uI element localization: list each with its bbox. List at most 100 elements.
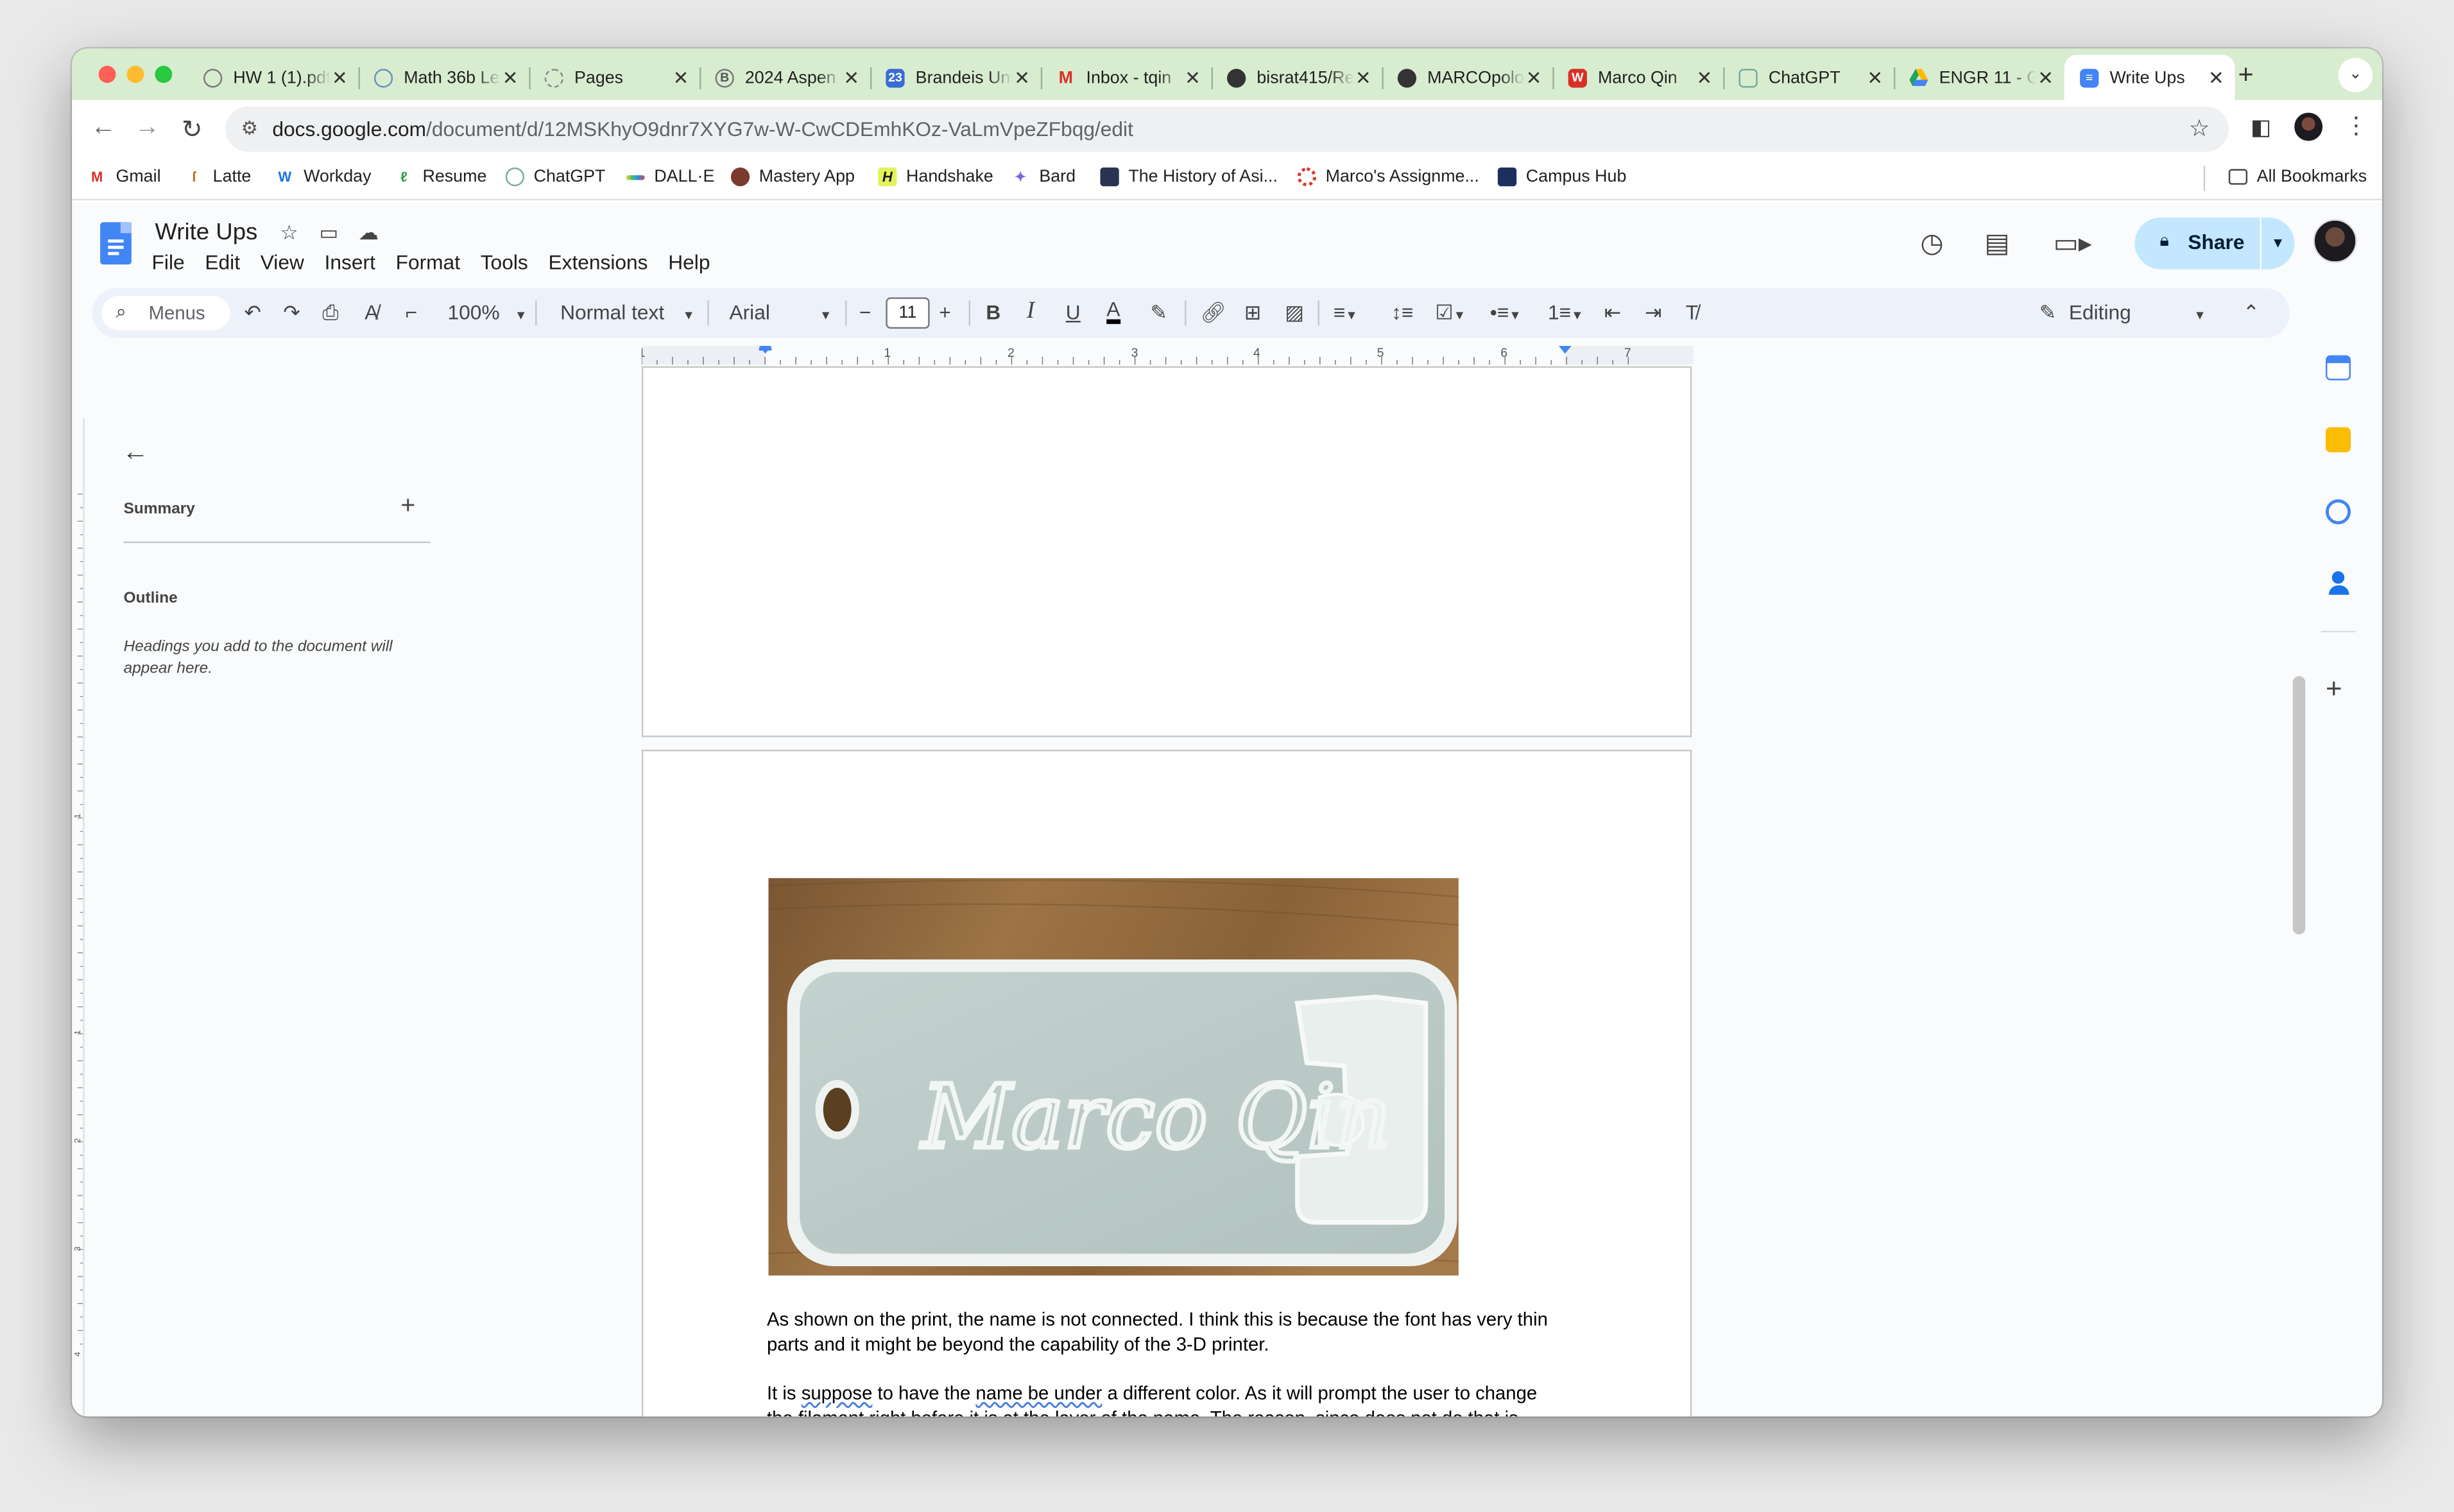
bookmark-gmail[interactable]: M Gmail [88, 168, 160, 186]
close-outline-icon[interactable]: ← [122, 436, 148, 468]
bookmark-bard[interactable]: ✦ Bard [1011, 168, 1076, 186]
close-tab-icon[interactable]: ✕ [1013, 67, 1031, 89]
editing-mode-select[interactable]: ✎ Editing ▼ [2039, 300, 2206, 325]
close-tab-icon[interactable]: ✕ [842, 67, 861, 89]
menu-format[interactable]: Format [396, 250, 460, 274]
reload-icon[interactable]: ↻ [182, 114, 203, 146]
tab-marco-qin[interactable]: W Marco Qin ✕ [1552, 55, 1723, 100]
add-summary-icon[interactable]: + [400, 493, 415, 521]
address-bar[interactable]: ⚙ docs.google.com/document/d/12MSKhyO9dn… [225, 106, 2229, 152]
checklist-icon[interactable]: ☑▼ [1435, 300, 1466, 325]
menu-help[interactable]: Help [668, 250, 710, 274]
add-addon-icon[interactable]: + [2326, 673, 2342, 706]
font-size-input[interactable]: 11 [886, 297, 930, 329]
collapse-menus-icon[interactable]: ⌃ [2243, 300, 2260, 325]
decrease-indent-icon[interactable]: ⇤ [1604, 300, 1622, 325]
print-icon[interactable]: ⎙ [322, 300, 338, 325]
close-tab-icon[interactable]: ✕ [2207, 67, 2226, 89]
bookmark-campus-hub[interactable]: Campus Hub [1497, 167, 1626, 187]
text-color-icon[interactable]: A [1106, 299, 1120, 324]
close-tab-icon[interactable]: ✕ [671, 67, 690, 89]
line-spacing-icon[interactable]: ↕≡ [1391, 300, 1413, 324]
meet-video-icon[interactable]: ▭▸ [2054, 228, 2092, 260]
tab-hw1[interactable]: HW 1 (1).pdf ✕ [188, 55, 359, 100]
move-folder-icon[interactable]: ▭ [320, 221, 339, 246]
undo-icon[interactable]: ↶ [244, 300, 261, 325]
close-tab-icon[interactable]: ✕ [330, 67, 349, 89]
calendar-icon[interactable] [2326, 355, 2351, 381]
bookmark-star-icon[interactable]: ☆ [2189, 114, 2210, 142]
minimize-window-button[interactable] [126, 65, 144, 83]
close-tab-icon[interactable]: ✕ [1524, 67, 1543, 89]
bookmark-latte[interactable]: ſ Latte [185, 168, 251, 186]
bookmark-workday[interactable]: W Workday [275, 168, 371, 186]
share-button[interactable]: 🔒︎ Share ▼ [2134, 217, 2295, 270]
menu-edit[interactable]: Edit [205, 250, 240, 274]
menus-search[interactable]: ⌕ Menus [101, 295, 230, 331]
insert-image-icon[interactable]: ▨ [1285, 300, 1304, 325]
bookmark-dalle[interactable]: DALL·E [626, 168, 714, 186]
align-icon[interactable]: ≡▼ [1334, 300, 1358, 324]
increase-font-size-icon[interactable]: + [939, 300, 951, 324]
tab-pages[interactable]: Pages ✕ [529, 55, 699, 100]
tasks-icon[interactable] [2326, 499, 2351, 524]
star-icon[interactable]: ☆ [280, 221, 298, 246]
italic-icon[interactable]: I [1027, 299, 1034, 325]
tab-github-2[interactable]: MARCOpolo ✕ [1382, 55, 1552, 100]
document-page[interactable] [641, 366, 1692, 737]
bookmark-assignments[interactable]: Marco's Assignme... [1297, 167, 1479, 187]
close-tab-icon[interactable]: ✕ [1866, 67, 1884, 89]
decrease-font-size-icon[interactable]: − [859, 300, 871, 324]
show-side-panel-icon[interactable]: › [2330, 1409, 2337, 1416]
new-tab-button[interactable]: + [2238, 60, 2253, 91]
bookmark-history-asia[interactable]: The History of Asi... [1100, 167, 1278, 187]
bookmark-mastery-app[interactable]: Mastery App [730, 167, 855, 187]
share-dropdown-icon[interactable]: ▼ [2260, 217, 2295, 270]
paint-format-icon[interactable]: ⌐ [406, 300, 418, 324]
spelling-suggestion[interactable]: suppose [802, 1382, 873, 1404]
tab-write-ups[interactable]: ≡ Write Ups ✕ [2064, 55, 2235, 101]
document-title[interactable]: Write Ups [155, 219, 257, 245]
site-info-icon[interactable]: ⚙ [241, 117, 258, 139]
close-tab-icon[interactable]: ✕ [1354, 67, 1373, 89]
tab-search-button[interactable]: ⌄ [2338, 58, 2373, 92]
highlight-icon[interactable]: ✎ [1151, 300, 1168, 325]
close-tab-icon[interactable]: ✕ [1183, 67, 1202, 89]
clear-formatting-icon[interactable]: T̸ [1686, 300, 1698, 324]
menu-view[interactable]: View [261, 250, 304, 274]
bookmark-resume[interactable]: ℓ Resume [395, 168, 487, 186]
keep-icon[interactable] [2326, 427, 2351, 452]
spellcheck-icon[interactable]: A̸ [365, 300, 378, 324]
profile-avatar[interactable] [2294, 112, 2323, 141]
docs-logo-icon[interactable] [100, 222, 132, 265]
paragraph-2[interactable]: It is suppose to have the name be under … [767, 1382, 1581, 1416]
back-icon[interactable]: ← [90, 114, 116, 142]
zoom-select[interactable]: 100% ▼ [447, 300, 527, 324]
bookmark-chatgpt[interactable]: ChatGPT [505, 167, 605, 187]
close-tab-icon[interactable]: ✕ [1695, 67, 1713, 89]
grammar-suggestion[interactable]: name be under [975, 1382, 1102, 1404]
all-bookmarks[interactable]: All Bookmarks [2228, 168, 2367, 186]
tab-inbox[interactable]: M Inbox - tqin ✕ [1040, 55, 1212, 100]
paragraph-style-select[interactable]: Normal text ▼ [560, 300, 695, 324]
tab-chatgpt[interactable]: ChatGPT ✕ [1723, 55, 1894, 100]
menu-extensions[interactable]: Extensions [548, 250, 648, 274]
tab-github-1[interactable]: bisrat415/Rep ✕ [1211, 55, 1382, 100]
maximize-window-button[interactable] [155, 65, 173, 83]
more-menu-icon[interactable]: ⋮ [2344, 111, 2368, 139]
forward-icon[interactable]: → [135, 114, 160, 142]
menu-insert[interactable]: Insert [325, 250, 375, 274]
link-icon[interactable]: 🔗︎ [1201, 300, 1226, 325]
close-tab-icon[interactable]: ✕ [501, 67, 519, 89]
numbered-list-icon[interactable]: 1≡▼ [1548, 300, 1583, 324]
comments-icon[interactable]: ▤ [1984, 228, 2009, 260]
contacts-icon[interactable] [2326, 571, 2351, 596]
underline-icon[interactable]: U [1066, 300, 1081, 324]
add-comment-icon[interactable]: ⊞ [1244, 300, 1262, 325]
side-panel-icon[interactable]: ◧ [2251, 114, 2271, 141]
menu-tools[interactable]: Tools [481, 250, 528, 274]
cloud-saved-icon[interactable]: ☁ [358, 221, 379, 246]
tab-engr11[interactable]: ENGR 11 - Google✕ [1893, 55, 2064, 100]
document-page[interactable]: Marco Qin As shown on the print, the nam… [641, 750, 1692, 1417]
version-history-icon[interactable]: ◷ [1920, 228, 1943, 260]
